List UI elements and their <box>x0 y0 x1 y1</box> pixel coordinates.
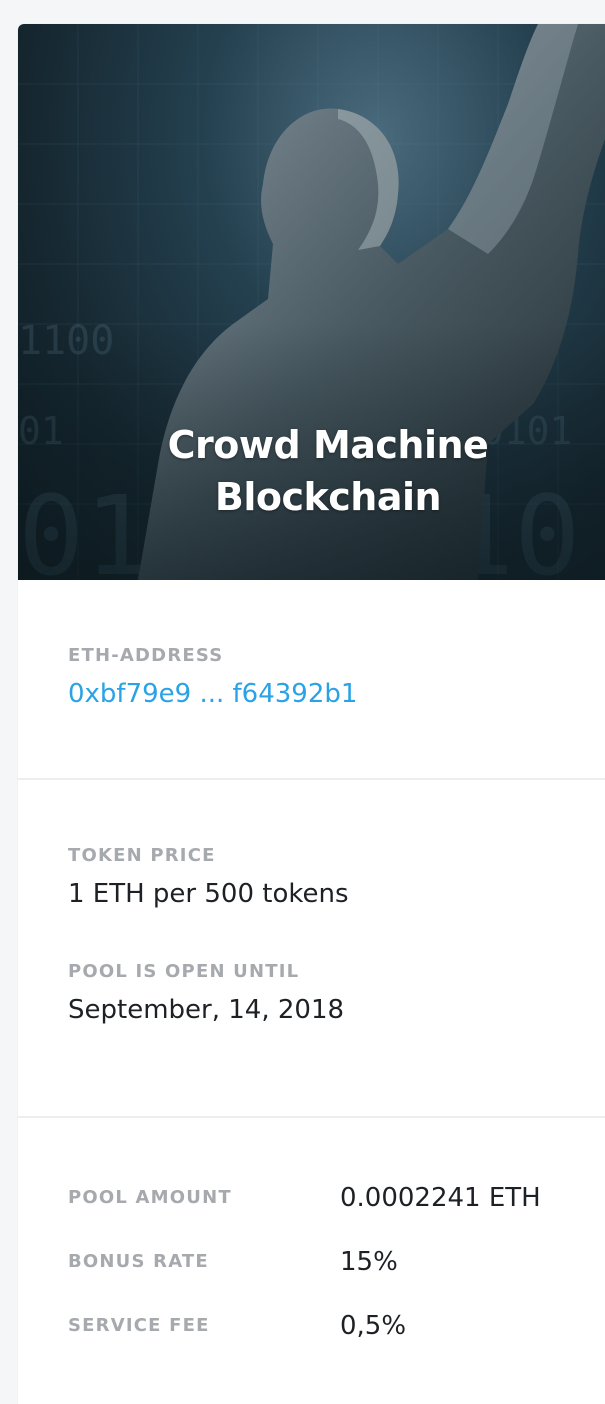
hero-title-line1: Crowd Machine <box>167 423 489 467</box>
stats-section: POOL AMOUNT 0.0002241 ETH BONUS RATE 15%… <box>18 1118 605 1358</box>
pool-card: 1100 0 01 00101 01 10 Crowd Machine Bloc… <box>18 24 605 1404</box>
address-section: ETH-ADDRESS 0xbf79e9 ... f64392b1 <box>18 580 605 780</box>
bonus-rate-label: BONUS RATE <box>68 1251 209 1272</box>
eth-address-link[interactable]: 0xbf79e9 ... f64392b1 <box>68 676 605 712</box>
token-price-label: TOKEN PRICE <box>68 845 216 866</box>
eth-address-label: ETH-ADDRESS <box>68 645 224 666</box>
stat-row-bonus-rate: BONUS RATE 15% <box>68 1230 605 1294</box>
service-fee-label: SERVICE FEE <box>68 1315 210 1336</box>
hero-banner: 1100 0 01 00101 01 10 Crowd Machine Bloc… <box>18 24 605 580</box>
stat-row-service-fee: SERVICE FEE 0,5% <box>68 1294 605 1358</box>
token-price-value: 1 ETH per 500 tokens <box>68 879 349 909</box>
price-section: TOKEN PRICE 1 ETH per 500 tokens POOL IS… <box>18 780 605 1118</box>
service-fee-value: 0,5% <box>340 1311 407 1341</box>
hero-title: Crowd Machine Blockchain <box>18 419 605 523</box>
pool-amount-label: POOL AMOUNT <box>68 1187 232 1208</box>
pool-amount-value: 0.0002241 ETH <box>340 1183 541 1213</box>
open-until-label: POOL IS OPEN UNTIL <box>68 961 300 982</box>
hero-title-line2: Blockchain <box>214 475 442 519</box>
open-until-value: September, 14, 2018 <box>68 995 345 1025</box>
bonus-rate-value: 15% <box>340 1247 398 1277</box>
stat-row-pool-amount: POOL AMOUNT 0.0002241 ETH <box>68 1166 605 1230</box>
